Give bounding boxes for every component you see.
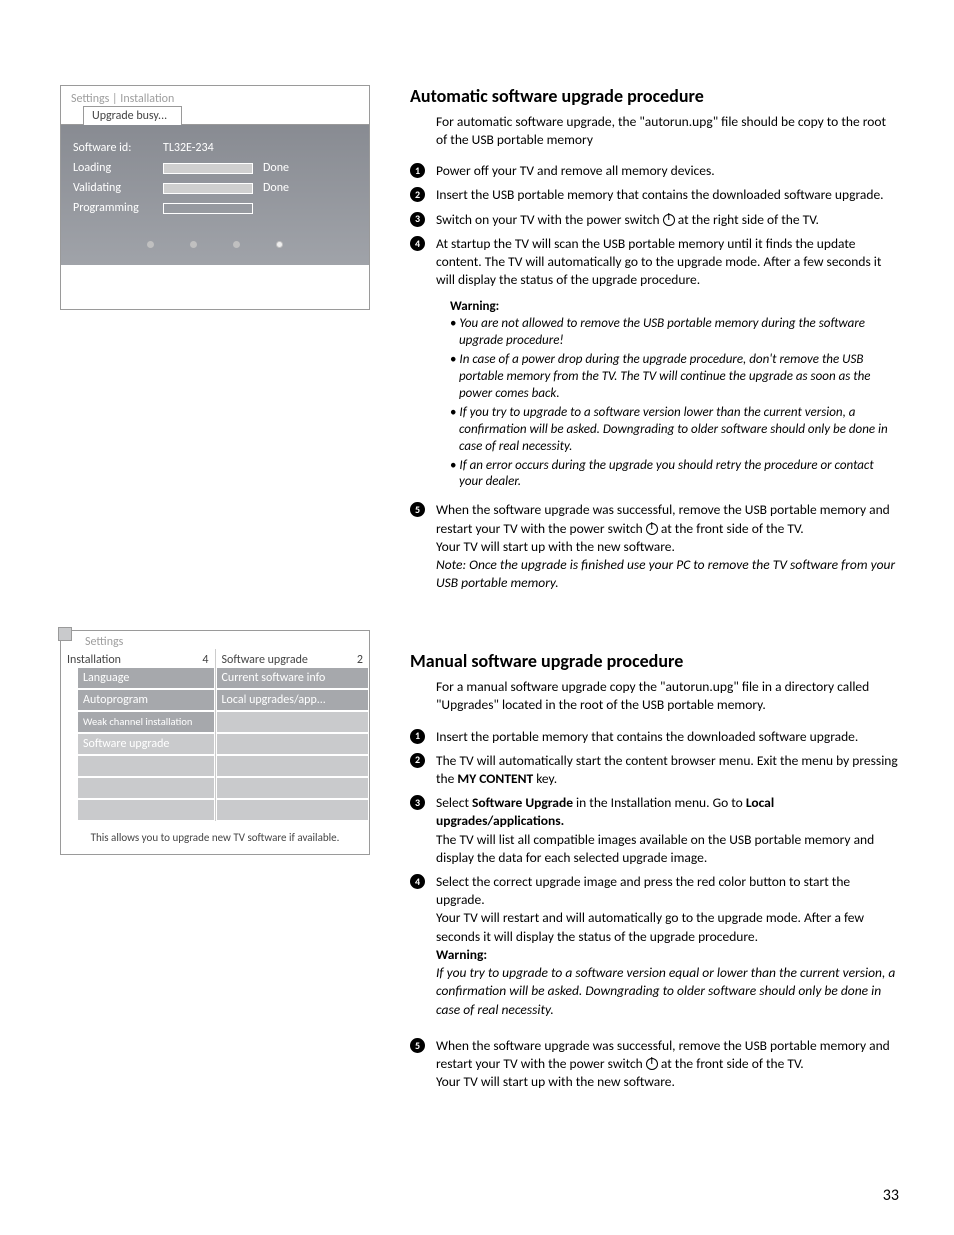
- text: Select the correct upgrade image and pre…: [436, 873, 850, 908]
- installation-count: 4: [202, 653, 208, 667]
- menu-item-autoprogram[interactable]: Autoprogram: [77, 689, 215, 711]
- breadcrumb: Settings | Installation: [61, 86, 369, 106]
- menu-item-weak-channel[interactable]: Weak channel installation: [77, 711, 215, 733]
- text: Your TV will start up with the new softw…: [436, 1073, 675, 1090]
- page-number: 33: [883, 1186, 899, 1205]
- settings-heading: Settings: [61, 631, 369, 649]
- text: Software Upgrade: [472, 794, 573, 811]
- menu-icon: [60, 630, 72, 641]
- dot-icon: [276, 241, 283, 248]
- text: at the front side of the TV.: [658, 520, 804, 537]
- warning-item: You are not allowed to remove the USB po…: [450, 316, 899, 350]
- auto-intro: For automatic software upgrade, the "aut…: [436, 113, 899, 148]
- power-icon: [663, 214, 675, 226]
- text: Select: [436, 794, 472, 811]
- manual-step-2: The TV will automatically start the cont…: [410, 752, 899, 788]
- dot-icon: [147, 241, 154, 248]
- text: in the Installation menu. Go to: [573, 794, 746, 811]
- dot-icon: [233, 241, 240, 248]
- menu-item-empty: [77, 755, 215, 777]
- power-icon: [646, 523, 658, 535]
- loading-label: Loading: [73, 161, 153, 175]
- dot-icon: [190, 241, 197, 248]
- menu-item-local-upgrades[interactable]: Local upgrades/app...: [216, 689, 370, 711]
- warning-item: If you try to upgrade to a software vers…: [450, 405, 899, 456]
- software-upgrade-header: Software upgrade: [222, 653, 357, 667]
- upgrade-busy-tab: Upgrade busy...: [83, 106, 182, 125]
- menu-hint: This allows you to upgrade new TV softwa…: [61, 821, 369, 854]
- menu-item-empty: [77, 799, 215, 821]
- menu-item-empty: [216, 777, 370, 799]
- manual-step-3: Select Software Upgrade in the Installat…: [410, 794, 899, 867]
- upgrade-busy-dialog: Settings | Installation Upgrade busy... …: [60, 85, 370, 310]
- text: key.: [533, 770, 557, 787]
- validating-status: Done: [263, 181, 303, 195]
- warning-title: Warning:: [450, 299, 899, 314]
- warning-block: Warning: You are not allowed to remove t…: [450, 299, 899, 491]
- text: Your TV will restart and will automatica…: [436, 909, 864, 944]
- loading-progress: [163, 163, 253, 174]
- text: at the front side of the TV.: [658, 1055, 804, 1072]
- warning-title: Warning:: [436, 946, 487, 963]
- loading-status: Done: [263, 161, 303, 175]
- programming-progress: [163, 203, 253, 214]
- warning-text: If you try to upgrade to a software vers…: [436, 964, 895, 1017]
- manual-step-4: Select the correct upgrade image and pre…: [410, 873, 899, 1019]
- auto-step-3: Switch on your TV with the power switch …: [410, 211, 899, 229]
- warning-item: In case of a power drop during the upgra…: [450, 352, 899, 403]
- software-id-value: TL32E-234: [163, 141, 243, 155]
- validating-label: Validating: [73, 181, 153, 195]
- programming-label: Programming: [73, 201, 153, 215]
- manual-step-5: When the software upgrade was successful…: [410, 1037, 899, 1092]
- auto-step-4: At startup the TV will scan the USB port…: [410, 235, 899, 290]
- settings-menu: Settings Installation 4 Language Autopro…: [60, 630, 370, 855]
- note: Note: Once the upgrade is finished use y…: [436, 556, 895, 591]
- text: at the right side of the TV.: [675, 211, 819, 228]
- text: Switch on your TV with the power switch: [436, 211, 663, 228]
- auto-step-5: When the software upgrade was successful…: [410, 501, 899, 592]
- menu-item-empty: [216, 733, 370, 755]
- auto-heading: Automatic software upgrade procedure: [410, 85, 899, 107]
- auto-step-1: Power off your TV and remove all memory …: [410, 162, 899, 180]
- software-upgrade-count: 2: [357, 653, 363, 667]
- menu-item-empty: [216, 755, 370, 777]
- auto-step-2: Insert the USB portable memory that cont…: [410, 186, 899, 204]
- manual-step-1: Insert the portable memory that contains…: [410, 728, 899, 746]
- installation-header: Installation: [67, 653, 202, 667]
- menu-item-software-upgrade[interactable]: Software upgrade: [77, 733, 215, 755]
- power-icon: [646, 1058, 658, 1070]
- warning-item: If an error occurs during the upgrade yo…: [450, 458, 899, 492]
- menu-item-empty: [216, 711, 370, 733]
- text: Your TV will start up with the new softw…: [436, 538, 675, 555]
- menu-item-empty: [77, 777, 215, 799]
- text: The TV will list all compatible images a…: [436, 831, 874, 866]
- key-name: MY CONTENT: [457, 770, 533, 787]
- manual-intro: For a manual software upgrade copy the "…: [436, 678, 899, 713]
- menu-item-language[interactable]: Language: [77, 667, 215, 689]
- software-id-label: Software id:: [73, 141, 153, 155]
- manual-heading: Manual software upgrade procedure: [410, 650, 899, 672]
- menu-item-current-info[interactable]: Current software info: [216, 667, 370, 689]
- menu-item-empty: [216, 799, 370, 821]
- validating-progress: [163, 183, 253, 194]
